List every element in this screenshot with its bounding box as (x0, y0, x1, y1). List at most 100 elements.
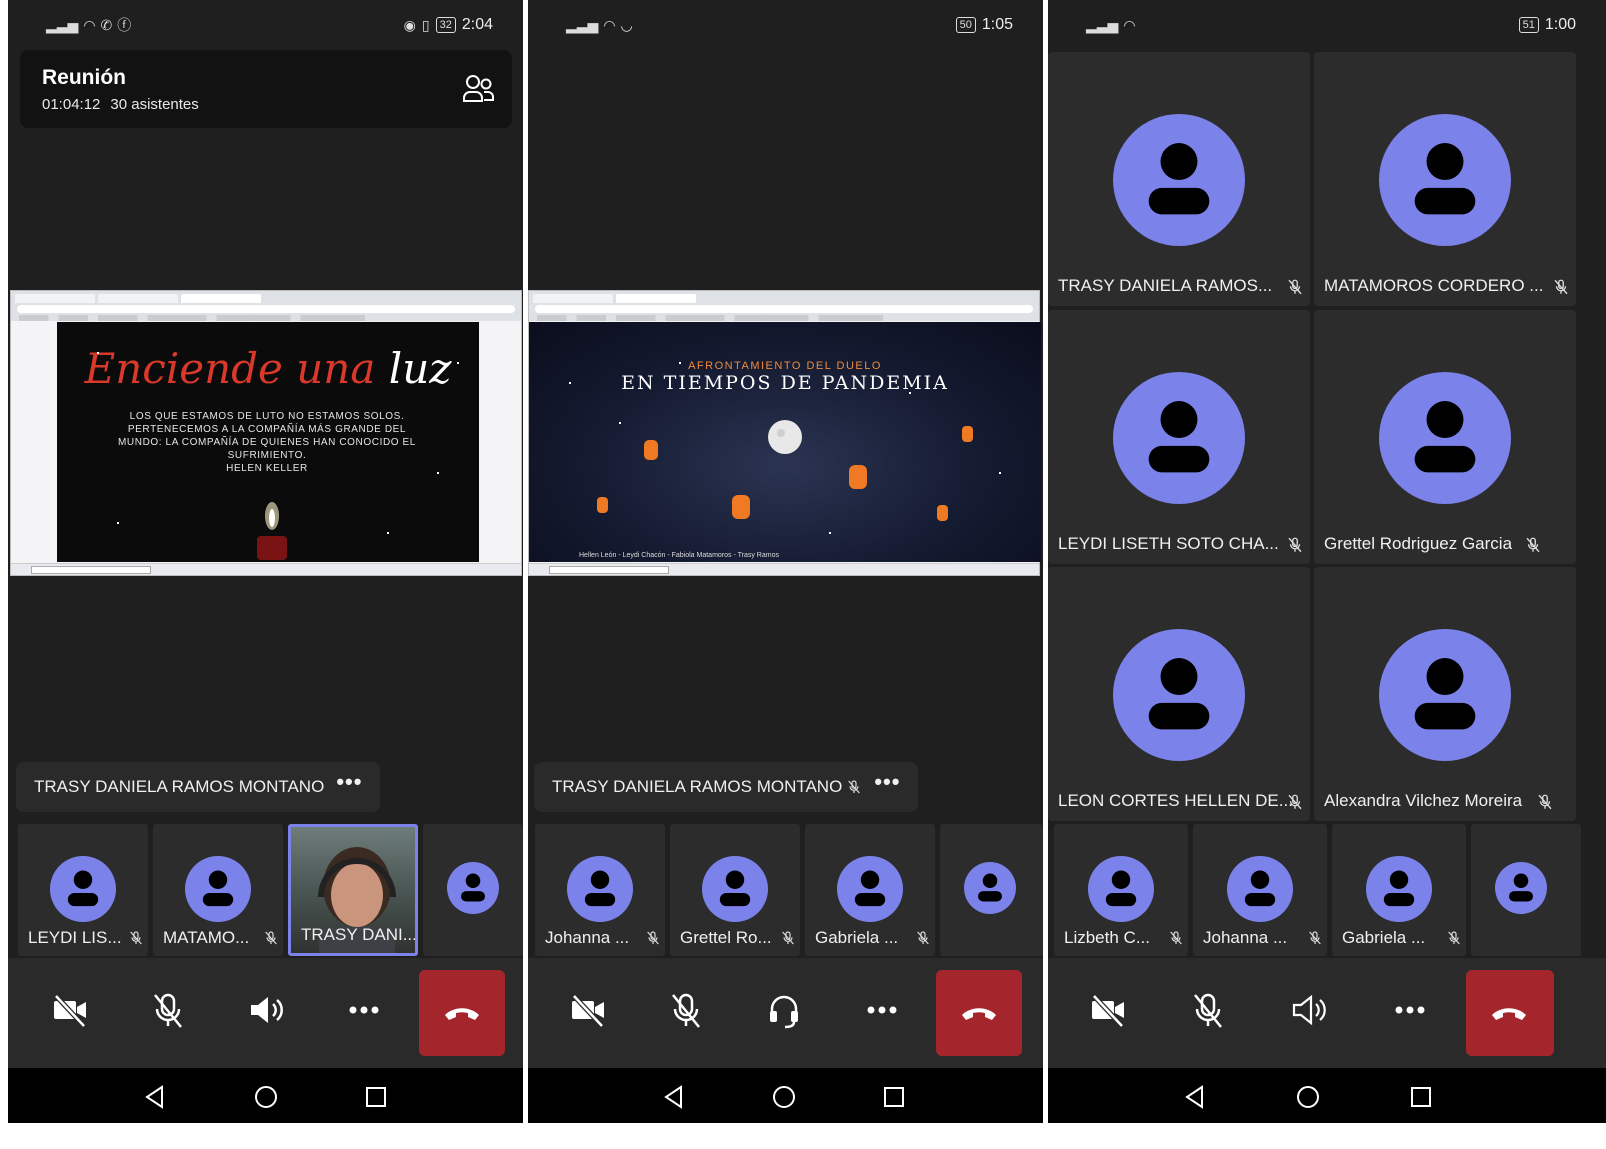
avatar-icon (1113, 629, 1245, 761)
hang-up-icon (959, 997, 999, 1029)
participant-grid-tile[interactable]: LEON CORTES HELLEN DE... (1048, 567, 1310, 821)
call-controls (528, 958, 1043, 1068)
mic-off-icon (1286, 278, 1304, 296)
hang-up-button[interactable] (419, 970, 505, 1056)
avatar-icon (447, 862, 499, 914)
signal-icon: ▂▃▅ (46, 17, 79, 33)
battery-icon: 51 (1518, 17, 1539, 33)
hang-up-icon (1489, 997, 1529, 1029)
participant-tile[interactable]: Johanna ... (1193, 824, 1327, 956)
participant-grid-tile[interactable]: LEYDI LISETH SOTO CHA... (1048, 310, 1310, 564)
mic-off-icon (1536, 793, 1554, 811)
browser-chrome (11, 291, 521, 321)
signal-icon: ▂▃▅ (566, 17, 599, 33)
clock: 1:05 (981, 16, 1013, 33)
mic-off-icon (645, 930, 661, 946)
home-icon[interactable] (253, 1084, 279, 1110)
avatar-icon (1379, 372, 1511, 504)
participant-tile-active-video[interactable]: TRASY DANI... (288, 824, 418, 956)
active-speaker-label[interactable]: TRASY DANIELA RAMOS MONTANO ••• (16, 762, 381, 812)
signal-icon: ▂▃▅ (1086, 17, 1119, 33)
participant-strip[interactable]: ‹ LEYDI LIS... MATAMO... TRASY DANI... (8, 824, 523, 956)
more-icon[interactable] (344, 990, 384, 1030)
shared-screen[interactable]: AFRONTAMIENTO DEL DUELO EN TIEMPOS DE PA… (528, 290, 1041, 576)
participant-strip[interactable]: ‹ Johanna ... Grettel Ro... Gabriela ... (528, 824, 1043, 956)
camera-off-icon[interactable] (568, 990, 608, 1030)
back-icon[interactable] (1182, 1084, 1208, 1110)
slide-author: HELEN KELLER (226, 463, 308, 474)
camera-off-icon[interactable] (1088, 990, 1128, 1030)
more-icon[interactable] (1390, 990, 1430, 1030)
recents-icon[interactable] (1408, 1084, 1434, 1110)
slide-title-accent: luz (388, 344, 452, 393)
avatar-icon (1495, 862, 1547, 914)
recents-icon[interactable] (363, 1084, 389, 1110)
participants-icon[interactable] (462, 74, 494, 104)
participant-tile[interactable] (940, 824, 1043, 956)
participant-tile[interactable]: MATAMO... (153, 824, 283, 956)
mic-off-icon (128, 930, 144, 946)
speaker-icon[interactable] (246, 990, 286, 1030)
mic-off-icon (1446, 930, 1462, 946)
participant-tile[interactable]: Johanna ... (535, 824, 665, 956)
wifi-icon: ◠ (1123, 17, 1136, 33)
windows-taskbar (11, 563, 521, 575)
participant-tile[interactable]: Grettel Ro... (670, 824, 800, 956)
more-options-icon[interactable]: ••• (336, 771, 362, 802)
avatar-icon (1379, 629, 1511, 761)
avatar-icon (1113, 372, 1245, 504)
battery-icon: 50 (955, 17, 976, 33)
participant-name: Lizbeth C... (1064, 928, 1150, 947)
participant-name: Johanna ... (545, 928, 630, 947)
avatar-icon (185, 856, 251, 922)
mic-off-icon (1524, 536, 1542, 554)
participant-tile[interactable]: Lizbeth C... (1054, 824, 1188, 956)
slide-quote: LOS QUE ESTAMOS DE LUTO NO ESTAMOS SOLOS… (118, 411, 416, 461)
participant-strip[interactable]: ‹ Lizbeth C... Johanna ... Gabriela ... (1048, 824, 1606, 956)
mic-off-icon[interactable] (666, 990, 706, 1030)
participant-tile[interactable] (1471, 824, 1581, 956)
android-nav-bar (1048, 1068, 1606, 1123)
participant-name: Grettel Ro... (680, 928, 772, 947)
back-icon[interactable] (661, 1084, 687, 1110)
vibrate-icon: ▯ (421, 17, 430, 33)
participant-grid-tile[interactable]: Alexandra Vilchez Moreira (1314, 567, 1576, 821)
phone-screen-3: ▂▃▅ ◠ 51 1:00 TRASY DANIELA RAMOS... MAT… (1048, 0, 1606, 1123)
mic-off-icon[interactable] (1188, 990, 1228, 1030)
participant-tile[interactable]: Gabriela ... (1332, 824, 1466, 956)
recents-icon[interactable] (881, 1084, 907, 1110)
hang-up-button[interactable] (936, 970, 1022, 1056)
mic-off-icon (1168, 930, 1184, 946)
mic-off-icon (263, 930, 279, 946)
eye-comfort-icon: ◉ (403, 17, 416, 33)
presentation-slide: AFRONTAMIENTO DEL DUELO EN TIEMPOS DE PA… (529, 322, 1041, 562)
participant-tile[interactable]: LEYDI LIS... (18, 824, 148, 956)
facebook-icon: ⓕ (117, 17, 132, 33)
headset-icon[interactable] (764, 990, 804, 1030)
shared-screen[interactable]: Enciende una luz LOS QUE ESTAMOS DE LUTO… (10, 290, 522, 576)
browser-chrome (529, 291, 1039, 321)
camera-off-icon[interactable] (50, 990, 90, 1030)
home-icon[interactable] (771, 1084, 797, 1110)
hang-up-button[interactable] (1466, 970, 1554, 1056)
more-options-icon[interactable]: ••• (874, 771, 900, 802)
candle-image (257, 502, 287, 560)
participant-tile[interactable]: Gabriela ... (805, 824, 935, 956)
participant-grid-tile[interactable]: Grettel Rodriguez Garcia (1314, 310, 1576, 564)
participant-grid-tile[interactable]: TRASY DANIELA RAMOS... (1048, 52, 1310, 306)
mic-off-icon (1552, 278, 1570, 296)
back-icon[interactable] (142, 1084, 168, 1110)
participant-tile[interactable] (423, 824, 523, 956)
phone-screen-1: ▂▃▅ ◠ ✆ ⓕ ◉ ▯ 32 2:04 Reunión 01:04:12 3… (8, 0, 523, 1123)
speaker-outline-icon[interactable] (1289, 990, 1329, 1030)
more-icon[interactable] (862, 990, 902, 1030)
participant-grid-tile[interactable]: MATAMOROS CORDERO ... (1314, 52, 1576, 306)
avatar-icon (964, 862, 1016, 914)
active-speaker-label[interactable]: TRASY DANIELA RAMOS MONTANO ••• (534, 762, 919, 812)
phone-icon: ✆ (100, 17, 113, 33)
mic-off-icon[interactable] (148, 990, 188, 1030)
phone-screen-2: ▂▃▅ ◠ ◡ 50 1:05 AFRONTAMIENTO DEL DUELO … (528, 0, 1043, 1123)
headphones-icon: ◡ (620, 17, 633, 33)
wifi-icon: ◠ (603, 17, 616, 33)
home-icon[interactable] (1295, 1084, 1321, 1110)
